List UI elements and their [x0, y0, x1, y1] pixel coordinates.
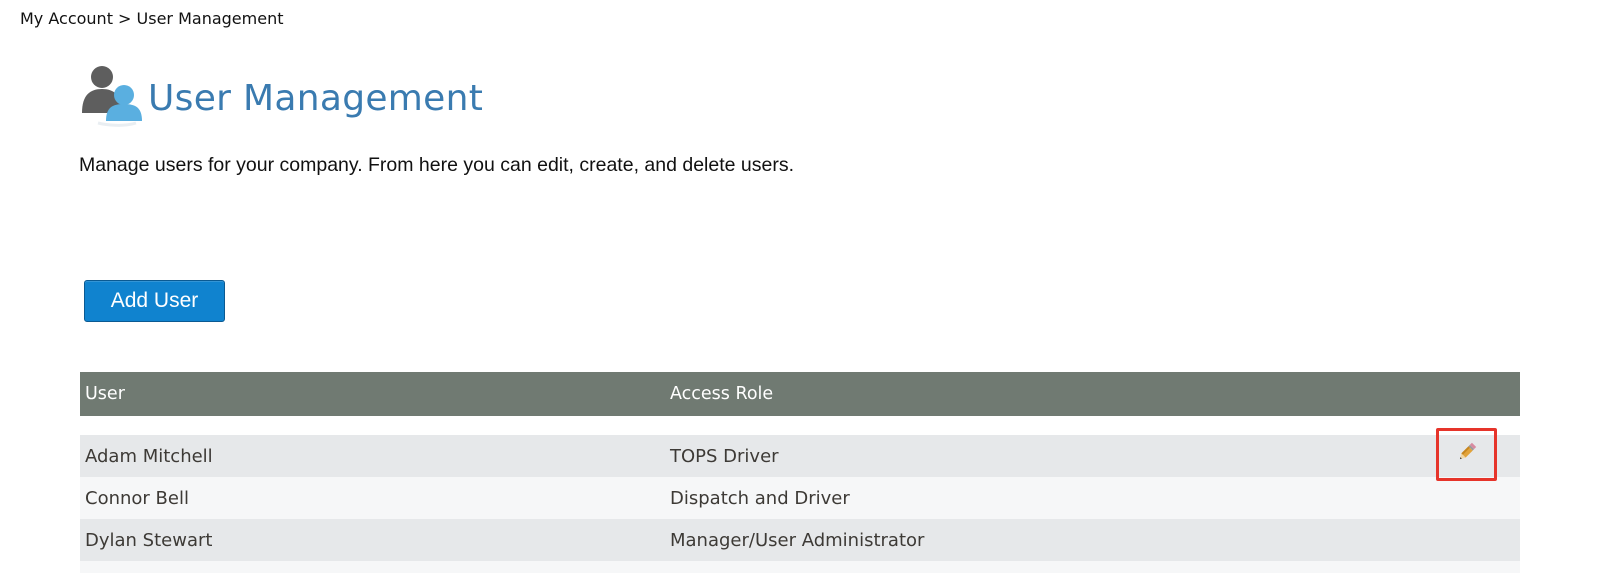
row-actions	[1360, 519, 1520, 561]
table-header: User Access Role	[80, 372, 1520, 416]
users-table: User Access Role Adam Mitchell TOPS Driv…	[80, 372, 1520, 573]
users-icon	[80, 61, 142, 133]
pencil-icon	[1456, 441, 1478, 468]
user-name: Connor Bell	[85, 487, 189, 509]
access-role: Manager/User Administrator	[670, 529, 925, 551]
table-row[interactable]: Connor Bell Dispatch and Driver	[80, 477, 1520, 519]
edit-user-button[interactable]	[1436, 428, 1497, 481]
access-role: TOPS Driver	[670, 445, 779, 467]
page-description: Manage users for your company. From here…	[79, 154, 795, 176]
column-header-user: User	[85, 384, 125, 404]
row-actions	[1360, 477, 1520, 519]
breadcrumb: My Account > User Management	[20, 9, 284, 28]
table-row-partial	[80, 561, 1520, 573]
row-actions	[1360, 428, 1520, 481]
access-role: Dispatch and Driver	[670, 487, 850, 509]
column-header-access-role: Access Role	[670, 384, 774, 404]
user-name: Adam Mitchell	[85, 445, 213, 467]
page-title: User Management	[148, 77, 484, 119]
user-name: Dylan Stewart	[85, 529, 213, 551]
add-user-button[interactable]: Add User	[84, 280, 225, 322]
page-header: User Management	[80, 58, 483, 136]
column-header-actions	[1360, 372, 1520, 416]
table-row[interactable]: Adam Mitchell TOPS Driver	[80, 428, 1520, 481]
table-row[interactable]: Dylan Stewart Manager/User Administrator	[80, 519, 1520, 561]
